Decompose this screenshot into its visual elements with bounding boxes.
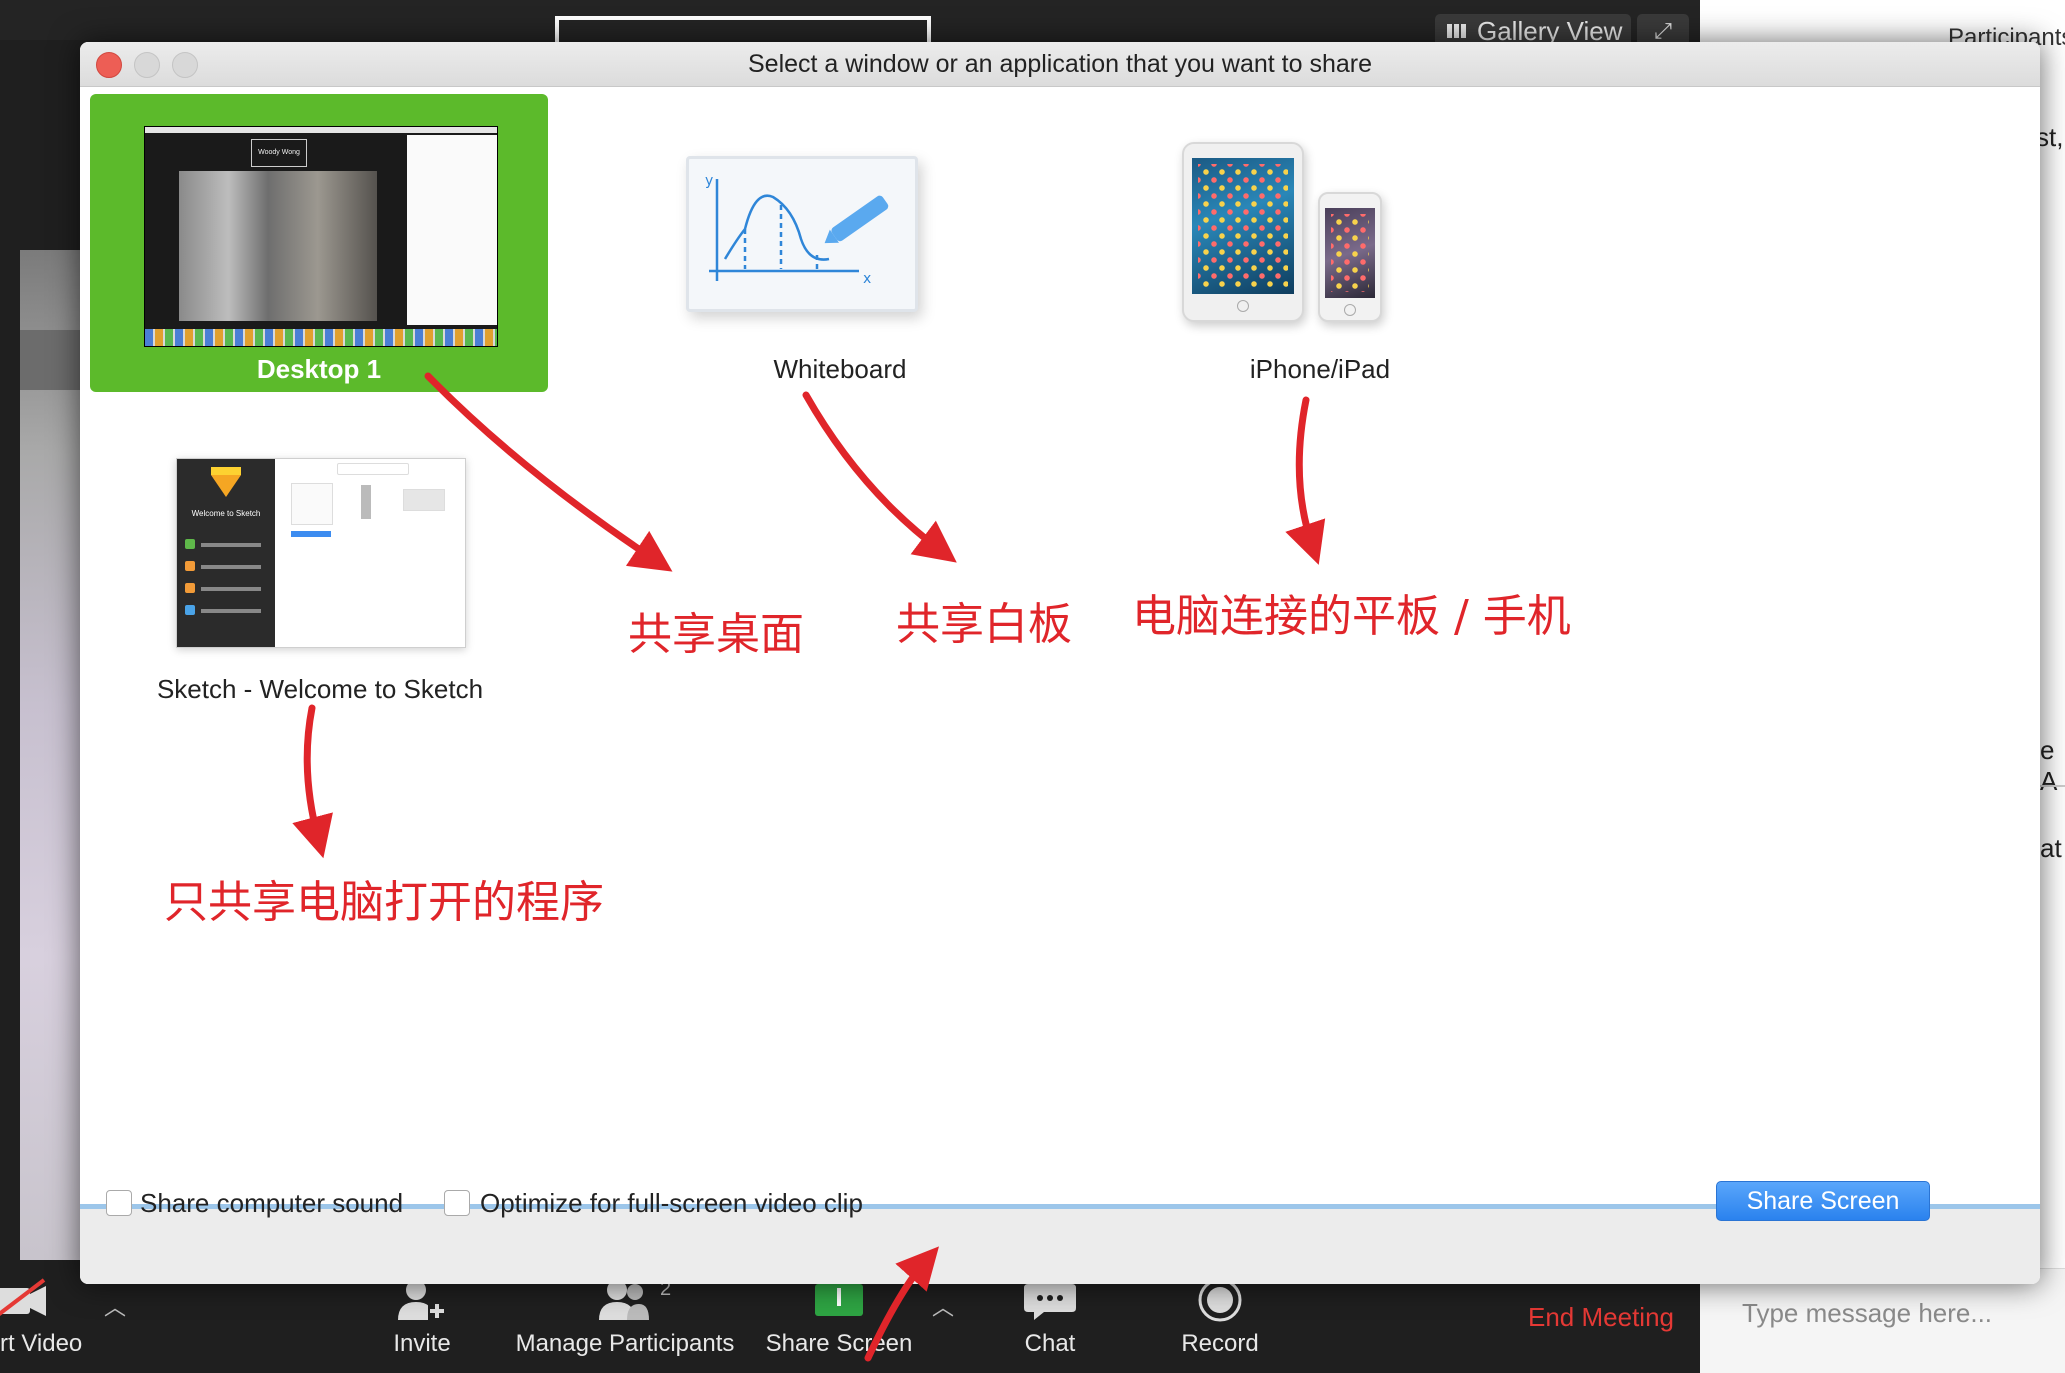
annotation-share-app: 只共享电脑打开的程序 [164,877,604,928]
annotation-share-device: 电脑连接的平板 / 手机 [1132,591,1571,642]
annotation-arrows [292,372,1326,1362]
annotation-share-whiteboard: 共享白板 [896,599,1072,650]
annotation-share-desktop: 共享桌面 [628,609,804,660]
